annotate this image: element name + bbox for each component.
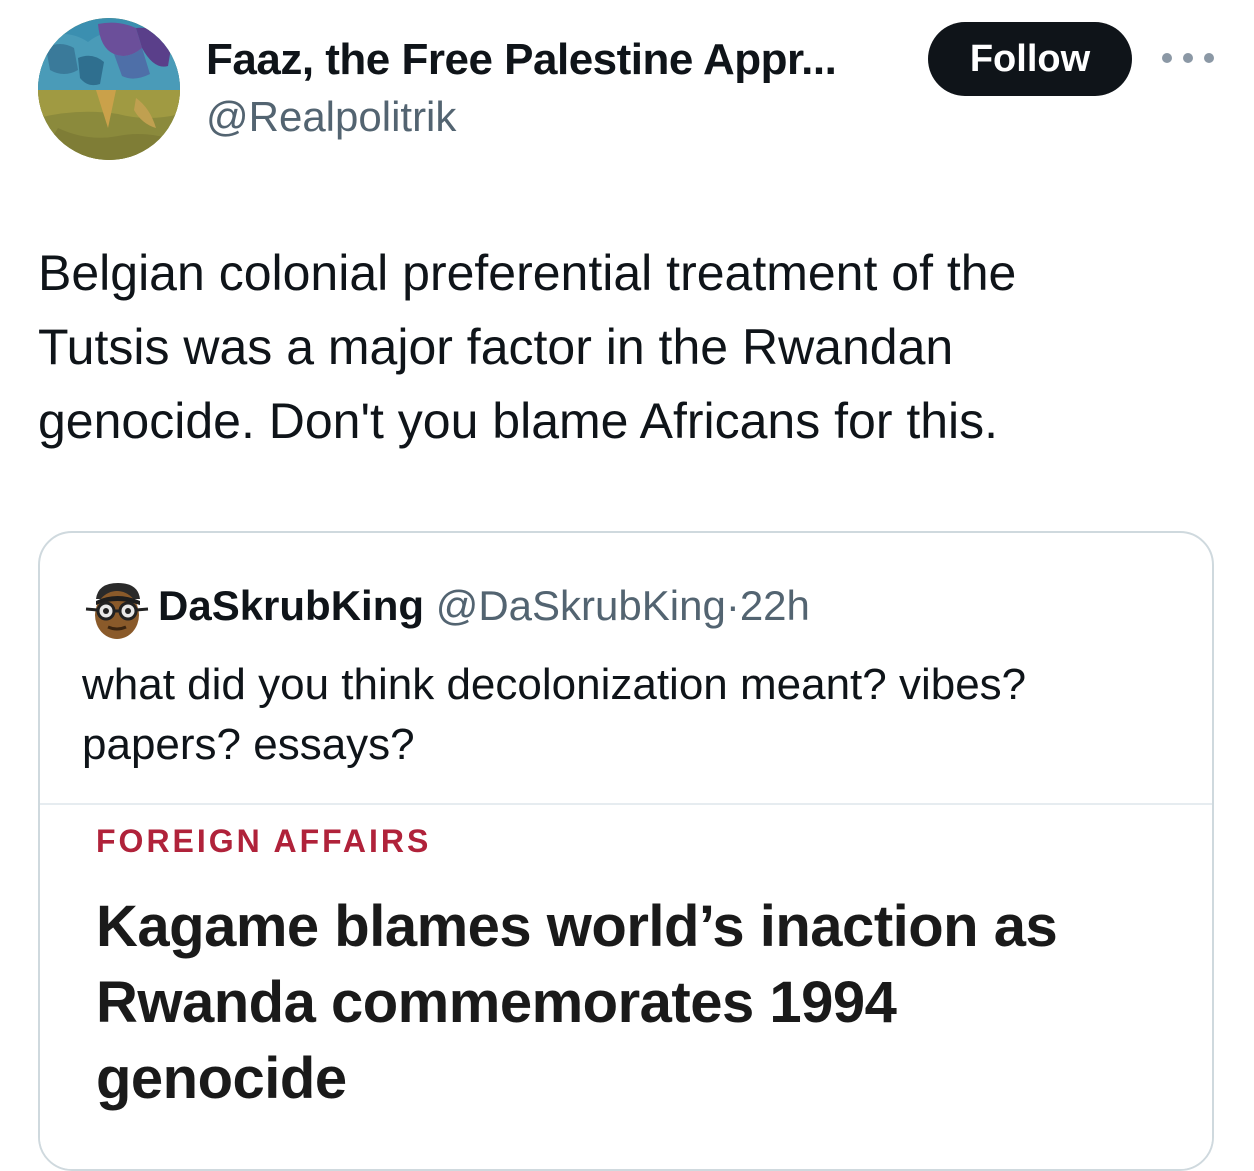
quote-author-handle[interactable]: @DaSkrubKing bbox=[436, 582, 726, 629]
quote-header: DaSkrubKing @DaSkrubKing·22h bbox=[158, 579, 810, 633]
quote-text: what did you think decolonization meant?… bbox=[82, 660, 1027, 769]
more-dot bbox=[1204, 53, 1214, 63]
more-dot bbox=[1162, 53, 1172, 63]
follow-button[interactable]: Follow bbox=[928, 22, 1132, 96]
more-dot bbox=[1183, 53, 1193, 63]
author-avatar[interactable] bbox=[38, 18, 180, 160]
map-avatar-image bbox=[38, 18, 180, 160]
media-headline: Kagame blames world’s inaction as Rwanda… bbox=[96, 894, 1058, 1111]
quote-timestamp[interactable]: 22h bbox=[740, 582, 810, 629]
tweet-text: Belgian colonial preferential treatment … bbox=[38, 245, 1017, 449]
quote-tweet-card[interactable]: DaSkrubKing @DaSkrubKing·22h what did yo… bbox=[38, 531, 1214, 1171]
more-horizontal-icon[interactable] bbox=[1162, 46, 1214, 70]
author-display-name[interactable]: Faaz, the Free Palestine Appr... bbox=[206, 32, 837, 88]
quote-author-avatar[interactable] bbox=[84, 577, 150, 643]
quote-author-display-name[interactable]: DaSkrubKing bbox=[158, 582, 424, 629]
author-handle[interactable]: @Realpolitrik bbox=[206, 90, 456, 144]
quote-media-image[interactable]: FOREIGN AFFAIRS Kagame blames world’s in… bbox=[40, 805, 1212, 1169]
quote-separator: · bbox=[725, 582, 740, 629]
cartoon-avatar-image bbox=[85, 583, 149, 639]
media-source-label: FOREIGN AFFAIRS bbox=[96, 823, 432, 859]
